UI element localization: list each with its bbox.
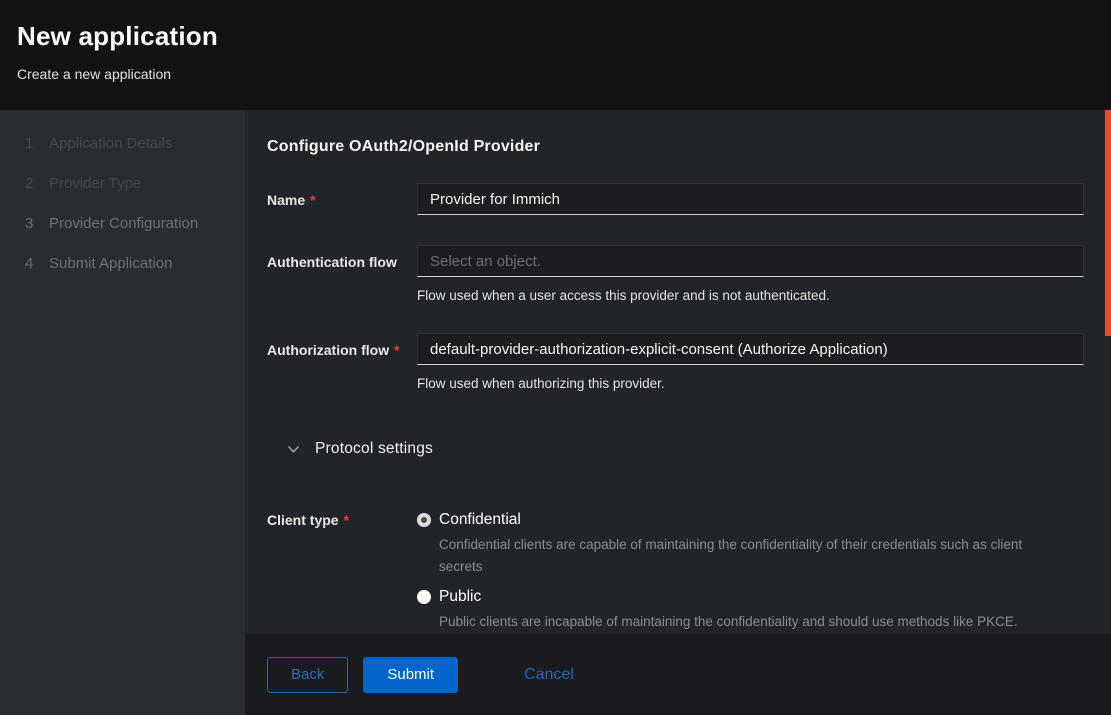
public-radio-label[interactable]: Public	[439, 587, 1084, 607]
submit-button[interactable]: Submit	[363, 657, 458, 693]
cancel-link[interactable]: Cancel	[524, 666, 574, 684]
client-type-option-confidential: Confidential Confidential clients are ca…	[417, 510, 1084, 578]
new-application-wizard: New application Create a new application…	[0, 0, 1111, 715]
client-type-row: Client type* Confidential Confidential c…	[267, 510, 1084, 633]
authorization-flow-help: Flow used when authorizing this provider…	[417, 375, 1084, 392]
authorization-flow-label: Authorization flow*	[267, 333, 417, 392]
wizard-main-panel: Configure OAuth2/OpenId Provider Name* A…	[245, 110, 1111, 715]
client-type-option-public: Public Public clients are incapable of m…	[417, 587, 1084, 633]
step-label: Provider Type	[49, 176, 141, 192]
step-label: Submit Application	[49, 256, 172, 272]
form-heading: Configure OAuth2/OpenId Provider	[267, 138, 1084, 156]
protocol-settings-toggle[interactable]: Protocol settings	[287, 440, 1084, 458]
step-submit-application[interactable]: 4 Submit Application	[25, 256, 235, 272]
radio-selected-icon[interactable]	[417, 513, 431, 527]
provider-form: Configure OAuth2/OpenId Provider Name* A…	[245, 110, 1111, 634]
authentication-flow-label: Authentication flow	[267, 245, 417, 304]
confidential-radio-description: Confidential clients are capable of main…	[439, 534, 1024, 578]
step-application-details[interactable]: 1 Application Details	[25, 136, 235, 152]
wizard-header: New application Create a new application	[0, 0, 1111, 110]
step-number: 4	[25, 256, 49, 272]
wizard-footer: Back Submit Cancel	[245, 634, 1111, 715]
public-radio-description: Public clients are incapable of maintain…	[439, 611, 1024, 633]
authentication-flow-help: Flow used when a user access this provid…	[417, 287, 1084, 304]
back-button[interactable]: Back	[267, 657, 348, 693]
name-label: Name*	[267, 183, 417, 215]
step-label: Application Details	[49, 136, 172, 152]
required-marker: *	[310, 192, 315, 208]
authentication-flow-select[interactable]	[417, 245, 1084, 277]
step-number: 3	[25, 216, 49, 232]
step-provider-configuration[interactable]: 3 Provider Configuration	[25, 216, 235, 232]
confidential-radio-label[interactable]: Confidential	[439, 510, 1084, 530]
step-label: Provider Configuration	[49, 216, 198, 232]
required-marker: *	[344, 512, 349, 528]
authorization-flow-row: Authorization flow* Flow used when autho…	[267, 333, 1084, 392]
authentication-flow-row: Authentication flow Flow used when a use…	[267, 245, 1084, 304]
name-input[interactable]	[417, 183, 1084, 215]
wizard-steps-sidebar: 1 Application Details 2 Provider Type 3 …	[0, 110, 245, 715]
required-marker: *	[394, 342, 399, 358]
protocol-settings-label: Protocol settings	[315, 440, 433, 458]
step-provider-type[interactable]: 2 Provider Type	[25, 176, 235, 192]
page-subtitle: Create a new application	[17, 66, 1111, 82]
chevron-down-icon	[287, 445, 300, 454]
wizard-body: 1 Application Details 2 Provider Type 3 …	[0, 110, 1111, 715]
scrollbar-thumb[interactable]	[1105, 110, 1111, 336]
client-type-label: Client type*	[267, 510, 417, 633]
name-row: Name*	[267, 183, 1084, 215]
step-number: 1	[25, 136, 49, 152]
authorization-flow-select[interactable]	[417, 333, 1084, 365]
step-number: 2	[25, 176, 49, 192]
page-title: New application	[17, 21, 1111, 52]
radio-unselected-icon[interactable]	[417, 590, 431, 604]
